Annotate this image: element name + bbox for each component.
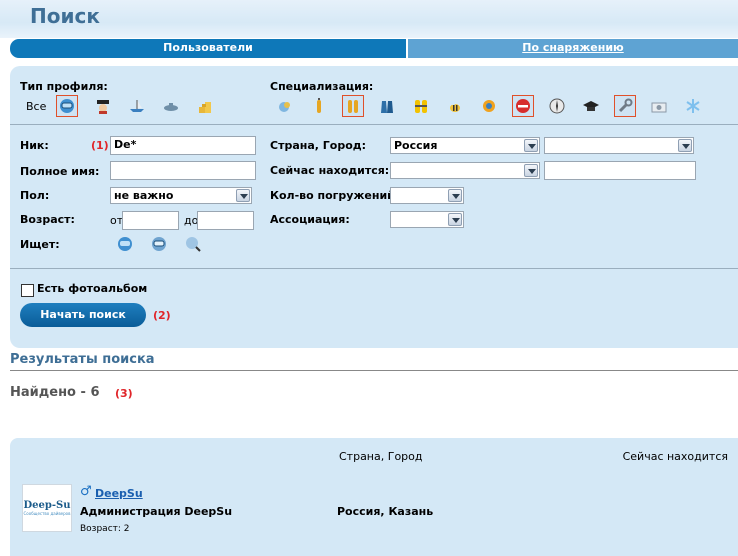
chevron-down-icon[interactable]	[448, 189, 462, 202]
camera-icon[interactable]	[648, 95, 670, 117]
dives-count-select[interactable]	[390, 187, 464, 204]
user-age: Возраст: 2	[80, 524, 130, 534]
snowflake-icon[interactable]	[682, 95, 704, 117]
column-country-city: Страна, Город	[339, 450, 423, 463]
chevron-down-icon[interactable]	[524, 139, 538, 152]
avatar-logo-text: Deep-Su	[23, 500, 71, 511]
nick-input[interactable]: De*	[110, 136, 256, 155]
nick-marker: (1)	[91, 139, 109, 152]
age-to-input[interactable]	[197, 211, 254, 230]
results-header: Страна, Город Сейчас находится	[10, 438, 738, 466]
avatar[interactable]: Deep-Su Сообщество дайверов	[22, 484, 72, 532]
user-full-name: Администрация DeepSu	[80, 505, 233, 518]
specialization-label: Специализация:	[270, 80, 374, 93]
photo-album-checkbox[interactable]	[21, 284, 34, 297]
nick-label: Ник:	[20, 139, 49, 152]
boat-icon[interactable]	[126, 95, 148, 117]
panel-divider-bottom	[10, 268, 738, 269]
graduation-cap-icon[interactable]	[580, 95, 602, 117]
association-select[interactable]	[390, 211, 464, 228]
gender-select[interactable]: не важно	[110, 187, 252, 204]
gender-label: Пол:	[20, 189, 50, 202]
found-marker: (3)	[115, 387, 133, 400]
chevron-down-icon[interactable]	[236, 189, 250, 202]
country-select[interactable]: Россия	[390, 137, 540, 154]
city-select[interactable]	[544, 137, 694, 154]
avatar-logo-subtext: Сообщество дайверов	[23, 511, 71, 516]
tabs-bar: Пользователи По снаряжению	[10, 39, 738, 58]
tank-icon[interactable]	[308, 95, 330, 117]
tab-equipment[interactable]: По снаряжению	[408, 39, 738, 58]
column-location-now: Сейчас находится	[622, 450, 728, 463]
page-title: Поиск	[30, 4, 100, 28]
location-now-input[interactable]	[544, 161, 696, 180]
location-now-select[interactable]	[390, 162, 540, 179]
wrench-icon[interactable]	[614, 95, 636, 117]
captain-icon[interactable]	[92, 95, 114, 117]
age-from-input[interactable]	[122, 211, 179, 230]
profile-type-label: Тип профиля:	[20, 80, 108, 93]
fins-icon[interactable]	[376, 95, 398, 117]
search-marker: (2)	[153, 309, 171, 322]
bee-icon[interactable]	[444, 95, 466, 117]
diver-face-icon[interactable]	[148, 233, 170, 255]
location-now-label: Сейчас находится:	[270, 164, 390, 177]
association-label: Ассоциация:	[270, 213, 350, 226]
diver-search-icon[interactable]	[182, 233, 204, 255]
user-country-city: Россия, Казань	[337, 505, 434, 518]
dives-count-label: Кол-во погружений:	[270, 189, 400, 202]
diver-mask-icon[interactable]	[56, 95, 78, 117]
chevron-down-icon[interactable]	[448, 213, 462, 226]
results-divider	[10, 370, 738, 371]
compass-icon[interactable]	[546, 95, 568, 117]
username-link[interactable]: DeepSu	[95, 487, 143, 500]
tab-users[interactable]: Пользователи	[10, 39, 406, 58]
results-title: Результаты поиска	[10, 352, 155, 367]
yellow-tanks-icon[interactable]	[410, 95, 432, 117]
panel-divider-top	[10, 124, 738, 125]
diver-seek-icon[interactable]	[114, 233, 136, 255]
gear-icon[interactable]	[478, 95, 500, 117]
submarine-icon[interactable]	[160, 95, 182, 117]
male-icon: ♂	[80, 484, 92, 499]
fish-icon[interactable]	[274, 95, 296, 117]
age-label: Возраст:	[20, 213, 75, 226]
full-name-input[interactable]	[110, 161, 256, 180]
chevron-down-icon[interactable]	[524, 164, 538, 177]
photo-album-label: Есть фотоальбом	[37, 282, 148, 295]
page-header: Поиск	[0, 0, 738, 38]
profile-all-option[interactable]: Все	[26, 100, 46, 113]
found-count: Найдено - 6	[10, 385, 100, 400]
coins-icon[interactable]	[194, 95, 216, 117]
country-city-label: Страна, Город:	[270, 139, 367, 152]
gender-select-value: не важно	[114, 189, 174, 202]
chevron-down-icon[interactable]	[678, 139, 692, 152]
start-search-button[interactable]: Начать поиск	[20, 303, 146, 327]
country-select-value: Россия	[394, 139, 438, 152]
full-name-label: Полное имя:	[20, 165, 100, 178]
twin-tanks-icon[interactable]	[342, 95, 364, 117]
no-entry-icon[interactable]	[512, 95, 534, 117]
seeks-label: Ищет:	[20, 238, 60, 251]
